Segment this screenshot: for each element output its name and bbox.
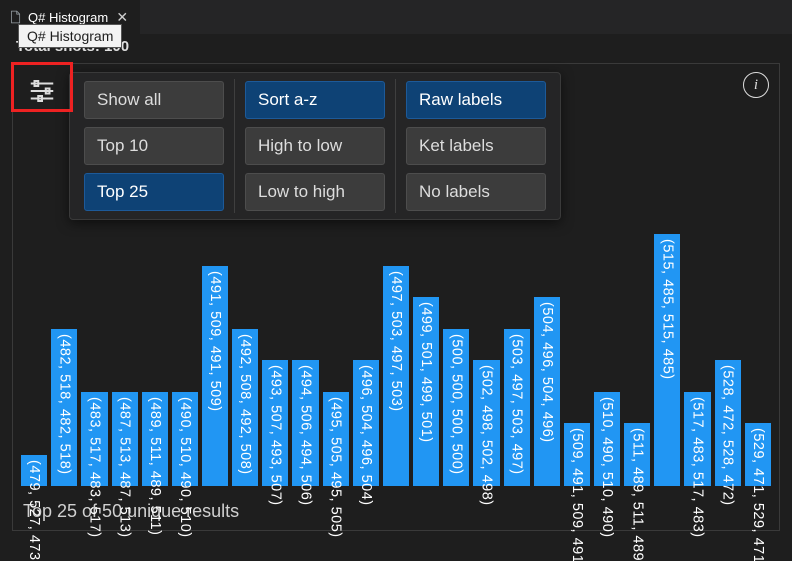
bar-label: (517, 483, 517, 483) [690,394,706,538]
bar-wrap: (495, 505, 495, 505) [323,234,349,486]
bar-wrap: (491, 509, 491, 509) [202,234,228,486]
bar[interactable]: (510, 490, 510, 490) [594,392,620,487]
bar-label: (491, 509, 491, 509) [207,268,223,412]
sort-group: Sort a-z High to low Low to high [234,79,395,213]
bar-label: (482, 518, 482, 518) [56,331,72,475]
bar[interactable]: (515, 485, 515, 485) [654,234,680,486]
file-icon [8,10,22,24]
bar-wrap: (509, 491, 509, 491) [564,234,590,486]
bar[interactable]: (494, 506, 494, 506) [292,360,318,486]
bar-wrap: (493, 507, 493, 507) [262,234,288,486]
bar-label: (504, 496, 504, 496) [539,299,555,443]
bar-wrap: (511, 489, 511, 489) [624,234,650,486]
filter-top10[interactable]: Top 10 [84,127,224,165]
bar[interactable]: (496, 504, 496, 504) [353,360,379,486]
bar[interactable]: (491, 509, 491, 509) [202,266,228,487]
bar-label: (499, 501, 499, 501) [418,299,434,443]
labels-ket[interactable]: Ket labels [406,127,546,165]
bar[interactable]: (492, 508, 492, 508) [232,329,258,487]
settings-button[interactable] [23,72,61,110]
tab-tooltip: Q# Histogram [18,24,122,48]
bar[interactable]: (483, 517, 483, 517) [81,392,107,487]
bar-wrap: (529, 471, 529, 471) [745,234,771,486]
bar-label: (497, 503, 497, 503) [388,268,404,412]
bar-wrap: (500, 500, 500, 500) [443,234,469,486]
bar-label: (489, 511, 489, 511) [147,394,163,535]
bar-wrap: (490, 510, 490, 510) [172,234,198,486]
bar-label: (511, 489, 511, 489) [629,425,645,561]
sort-low-high[interactable]: Low to high [245,173,385,211]
bar-label: (490, 510, 490, 510) [177,394,193,538]
bar-label: (495, 505, 495, 505) [328,394,344,538]
bar-label: (502, 498, 502, 498) [478,362,494,506]
bar-wrap: (487, 513, 487, 513) [112,234,138,486]
bar-label: (529, 471, 529, 471) [750,425,766,561]
bar-label: (509, 491, 509, 491) [569,425,585,561]
bar-label: (515, 485, 515, 485) [659,236,675,380]
bar-wrap: (497, 503, 497, 503) [383,234,409,486]
bar-wrap: (496, 504, 496, 504) [353,234,379,486]
bar-label: (479, 527, 473, 527) [26,457,42,561]
bar[interactable]: (509, 491, 509, 491) [564,423,590,486]
bar-label: (503, 497, 503, 497) [509,331,525,475]
bar-wrap: (528, 472, 528, 472) [715,234,741,486]
info-button[interactable]: i [743,72,769,98]
bar[interactable]: (528, 472, 528, 472) [715,360,741,486]
bar-wrap: (517, 483, 517, 483) [684,234,710,486]
bar-wrap: (499, 501, 499, 501) [413,234,439,486]
bar[interactable]: (479, 527, 473, 527) [21,455,47,487]
bar-label: (483, 517, 483, 517) [86,394,102,538]
bar-label: (493, 507, 493, 507) [267,362,283,506]
bar-wrap: (482, 518, 482, 518) [51,234,77,486]
sort-high-low[interactable]: High to low [245,127,385,165]
bar-wrap: (479, 527, 473, 527) [21,234,47,486]
label-group: Raw labels Ket labels No labels [395,79,556,213]
labels-raw[interactable]: Raw labels [406,81,546,119]
labels-none[interactable]: No labels [406,173,546,211]
filter-top25[interactable]: Top 25 [84,173,224,211]
bar[interactable]: (499, 501, 499, 501) [413,297,439,486]
filter-group: Show all Top 10 Top 25 [74,79,234,213]
bar[interactable]: (529, 471, 529, 471) [745,423,771,486]
bar-wrap: (489, 511, 489, 511) [142,234,168,486]
options-popover: Show all Top 10 Top 25 Sort a-z High to … [69,72,561,220]
bar-wrap: (492, 508, 492, 508) [232,234,258,486]
bar-label: (510, 490, 510, 490) [599,394,615,538]
histogram-panel: i Show all Top 10 Top 25 Sort a-z High t… [12,63,780,531]
bar[interactable]: (493, 507, 493, 507) [262,360,288,486]
bar[interactable]: (497, 503, 497, 503) [383,266,409,487]
bar[interactable]: (511, 489, 511, 489) [624,423,650,486]
filter-show-all[interactable]: Show all [84,81,224,119]
bar-label: (500, 500, 500, 500) [448,331,464,475]
bar-wrap: (504, 496, 504, 496) [534,234,560,486]
bar-wrap: (510, 490, 510, 490) [594,234,620,486]
sort-az[interactable]: Sort a-z [245,81,385,119]
bar-wrap: (515, 485, 515, 485) [654,234,680,486]
histogram-chart: (479, 527, 473, 527) (482, 518, 482, 518)… [21,234,771,486]
bar[interactable]: (489, 511, 489, 511) [142,392,168,487]
bar[interactable]: (500, 500, 500, 500) [443,329,469,487]
bar[interactable]: (503, 497, 503, 497) [504,329,530,487]
bar[interactable]: (495, 505, 495, 505) [323,392,349,487]
bar-label: (496, 504, 496, 504) [358,362,374,506]
bar-wrap: (503, 497, 503, 497) [504,234,530,486]
bar-label: (528, 472, 528, 472) [720,362,736,506]
bar-wrap: (494, 506, 494, 506) [292,234,318,486]
tab-title: Q# Histogram [28,10,108,25]
bar-wrap: (502, 498, 502, 498) [473,234,499,486]
bar[interactable]: (504, 496, 504, 496) [534,297,560,486]
bar[interactable]: (502, 498, 502, 498) [473,360,499,486]
bar-label: (487, 513, 487, 513) [117,394,133,538]
sliders-icon [27,76,57,106]
bar[interactable]: (487, 513, 487, 513) [112,392,138,487]
bar-label: (492, 508, 492, 508) [237,331,253,475]
bar[interactable]: (490, 510, 490, 510) [172,392,198,487]
bar[interactable]: (517, 483, 517, 483) [684,392,710,487]
info-icon: i [754,77,758,94]
close-icon[interactable]: ✕ [114,9,130,25]
bar[interactable]: (482, 518, 482, 518) [51,329,77,487]
bar-label: (494, 506, 494, 506) [298,362,314,506]
bar-wrap: (483, 517, 483, 517) [81,234,107,486]
